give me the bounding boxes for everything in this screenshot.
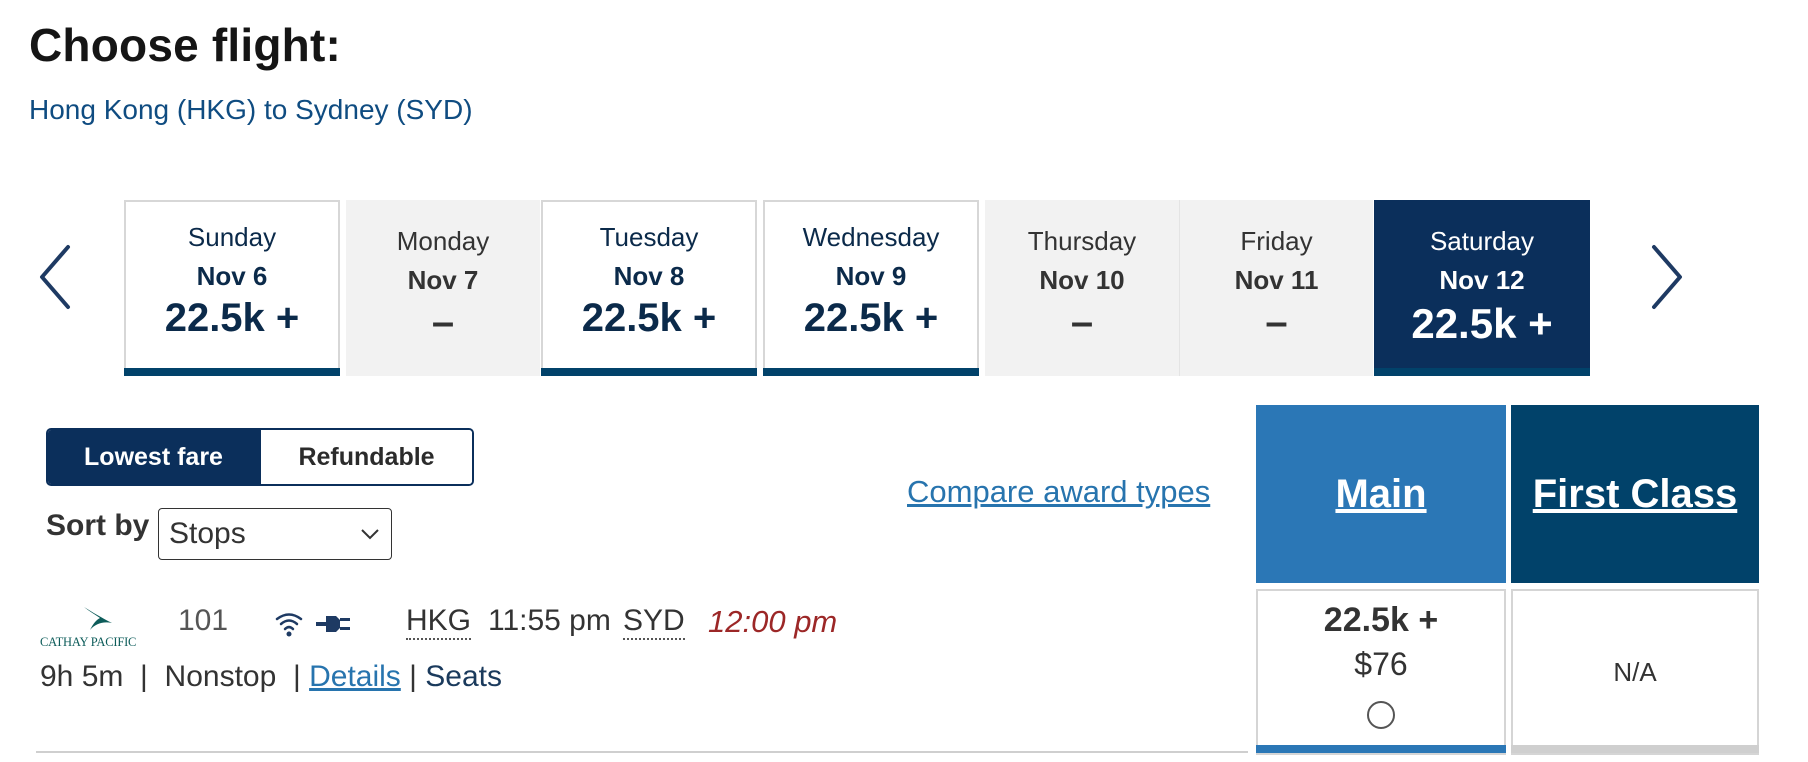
date-tab-day: Wednesday xyxy=(802,222,940,252)
fare-cell-main[interactable]: 22.5k + $76 xyxy=(1256,589,1506,755)
cathay-brushwing-icon xyxy=(84,607,112,630)
date-tab-friday[interactable]: Friday Nov 11 – xyxy=(1179,200,1373,376)
airline-name: CATHAY PACIFIC xyxy=(40,635,137,649)
refundable-option[interactable]: Refundable xyxy=(259,430,472,484)
power-outlet-icon xyxy=(316,616,350,632)
date-tab-saturday-selected[interactable]: Saturday Nov 12 22.5k + xyxy=(1374,200,1590,376)
date-tab-tuesday[interactable]: Tuesday Nov 8 22.5k + xyxy=(541,200,757,376)
date-tab-monday[interactable]: Monday Nov 7 – xyxy=(346,200,540,376)
date-tab-wednesday[interactable]: Wednesday Nov 9 22.5k + xyxy=(763,200,979,376)
fare-select-radio[interactable] xyxy=(1367,701,1395,729)
chevron-left-icon xyxy=(40,245,70,309)
row-divider xyxy=(36,751,1248,753)
cabin-header-first-class[interactable]: First Class xyxy=(1511,405,1759,583)
date-tab-sunday[interactable]: Sunday Nov 6 22.5k + xyxy=(124,200,340,376)
date-tab-day: Tuesday xyxy=(599,222,699,252)
date-tab-date: Nov 7 xyxy=(407,265,479,295)
date-tab-day: Friday xyxy=(1240,226,1313,256)
flight-duration: 9h 5m xyxy=(40,660,124,693)
wifi-icon xyxy=(275,613,303,637)
date-tab-day: Monday xyxy=(396,226,490,256)
chevron-down-icon xyxy=(361,529,379,540)
details-link[interactable]: Details xyxy=(309,660,401,693)
fare-cash: $76 xyxy=(1354,646,1408,682)
flight-stops: Nonstop xyxy=(164,660,277,693)
route-text: Hong Kong (HKG) to Sydney (SYD) xyxy=(29,94,473,125)
fare-unavailable: N/A xyxy=(1613,656,1657,687)
date-tab-price: 22.5k + xyxy=(581,296,717,340)
date-tab-price: – xyxy=(1265,300,1288,344)
airline-logo: CATHAY PACIFIC xyxy=(40,604,154,650)
date-tab-price: – xyxy=(431,300,455,344)
date-tab-thursday[interactable]: Thursday Nov 10 – xyxy=(985,200,1179,376)
date-tab-day: Saturday xyxy=(1429,226,1535,256)
date-tab-price: 22.5k + xyxy=(803,296,939,340)
date-tab-price: 22.5k + xyxy=(1411,300,1553,347)
fare-cell-first-class: N/A xyxy=(1511,589,1759,755)
date-tab-date: Nov 10 xyxy=(1039,265,1125,295)
chevron-right-icon xyxy=(1652,245,1682,309)
lowest-fare-option[interactable]: Lowest fare xyxy=(48,430,259,484)
prev-dates-button[interactable] xyxy=(26,232,86,322)
sort-label: Sort by xyxy=(46,509,150,542)
compare-award-types-link[interactable]: Compare award types xyxy=(907,474,1210,510)
destination-airport-code[interactable]: SYD xyxy=(623,604,685,640)
seats-link[interactable]: Seats xyxy=(425,660,502,693)
date-tab-date: Nov 6 xyxy=(196,261,268,291)
date-tab-date: Nov 8 xyxy=(613,261,685,291)
date-tab-date: Nov 12 xyxy=(1439,265,1525,295)
origin-airport-code[interactable]: HKG xyxy=(406,604,472,640)
page-title: Choose flight: xyxy=(29,19,341,71)
departure-time: 11:55 pm xyxy=(488,604,611,637)
next-dates-button[interactable] xyxy=(1636,232,1696,322)
sort-selected-value: Stops xyxy=(169,517,246,550)
date-tab-date: Nov 11 xyxy=(1234,265,1319,295)
date-tab-day: Thursday xyxy=(1027,226,1137,256)
date-tab-date: Nov 9 xyxy=(835,261,907,291)
sort-select[interactable]: Stops xyxy=(158,508,392,560)
arrival-time: 12:00 pm xyxy=(708,604,838,639)
date-tab-day: Sunday xyxy=(187,222,277,252)
fare-type-toggle: Lowest fare Refundable xyxy=(46,428,474,486)
flight-number: 101 xyxy=(178,604,229,637)
flight-summary: 9h 5m | Nonstop | Details | Seats xyxy=(40,660,502,693)
cabin-header-main[interactable]: Main xyxy=(1256,405,1506,583)
date-tab-price: – xyxy=(1070,300,1094,344)
fare-miles: 22.5k + xyxy=(1323,601,1439,639)
date-tab-price: 22.5k + xyxy=(164,296,300,340)
